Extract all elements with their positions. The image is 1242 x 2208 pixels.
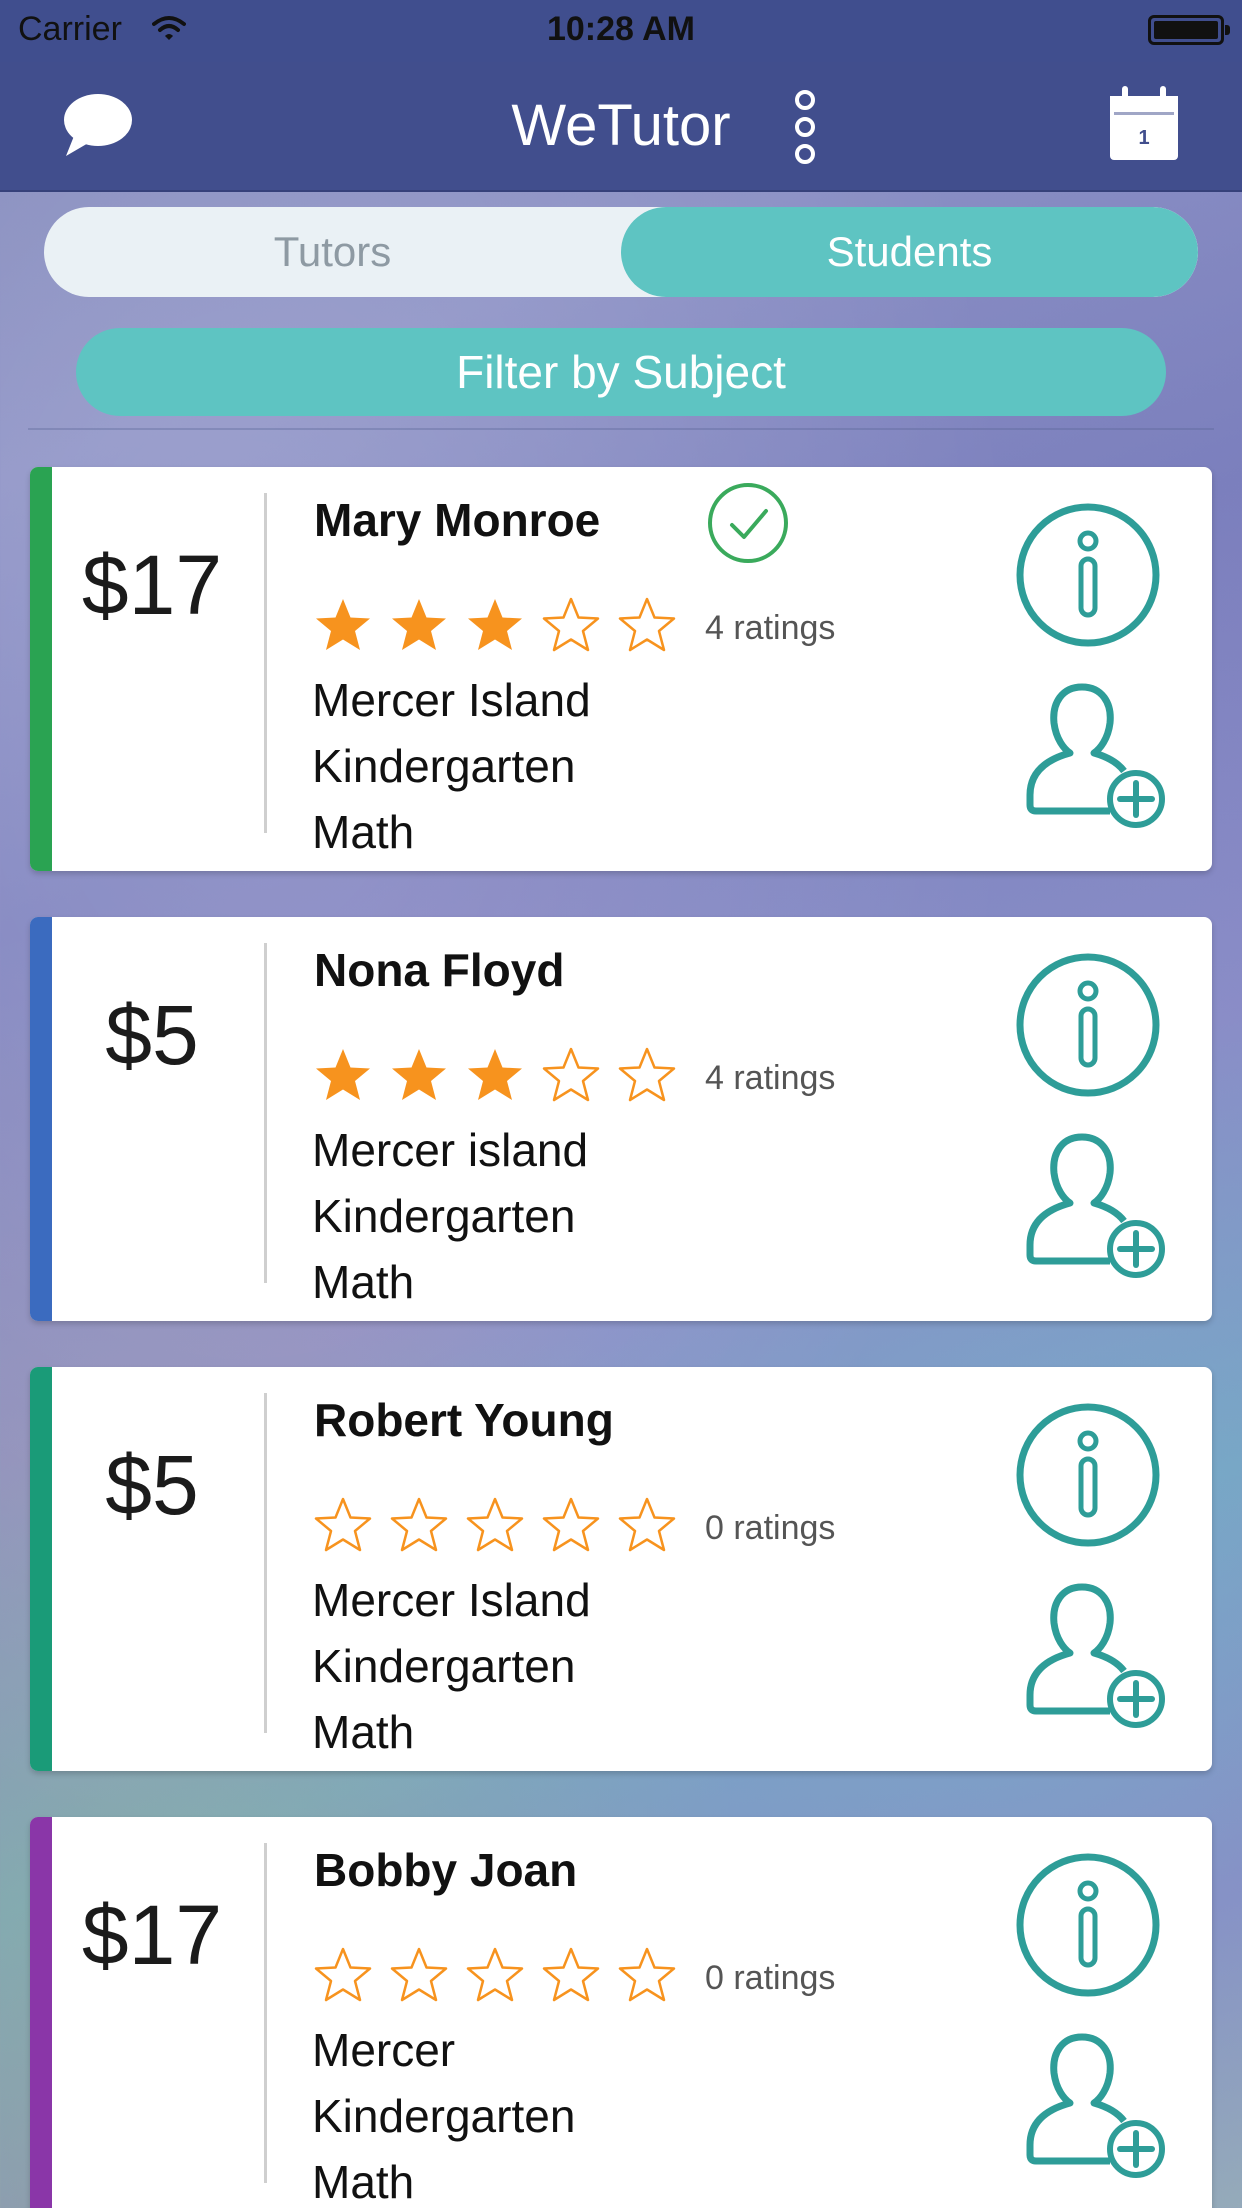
app-title: WeTutor: [511, 93, 731, 158]
info-icon[interactable]: [1014, 1851, 1162, 1999]
star-empty-icon: [542, 1047, 600, 1102]
tab-students[interactable]: Students: [621, 207, 1198, 297]
ratings-count: 4 ratings: [705, 1059, 836, 1097]
location-label: Mercer: [312, 2024, 456, 2076]
student-name: Mary Monroe: [314, 494, 601, 546]
subject-label: Math: [312, 2156, 415, 2208]
star-empty-icon: [466, 1947, 524, 2002]
info-icon[interactable]: [1014, 1401, 1162, 1549]
student-name: Robert Young: [314, 1394, 614, 1446]
divider: [28, 428, 1214, 430]
price-label: $17: [81, 538, 223, 632]
tutors-students-segmented-control: Tutors Students: [44, 207, 1198, 297]
battery-icon: [1148, 15, 1230, 45]
card-divider: [264, 1393, 267, 1733]
card-divider: [264, 493, 267, 833]
grade-label: Kindergarten: [312, 1190, 576, 1242]
card-divider: [264, 1843, 267, 2183]
info-icon[interactable]: [1014, 951, 1162, 1099]
star-filled-icon: [392, 1049, 446, 1100]
subject-label: Math: [312, 1706, 415, 1758]
star-filled-icon: [316, 1049, 370, 1100]
more-vertical-icon[interactable]: [790, 90, 820, 164]
star-empty-icon: [390, 1947, 448, 2002]
status-bar: Carrier 10:28 AM: [0, 0, 1242, 62]
star-rating: [312, 1945, 678, 2011]
location-label: Mercer island: [312, 1124, 589, 1176]
grade-label: Kindergarten: [312, 2090, 576, 2142]
student-card[interactable]: $17 Bobby Joan 0 ratings Mercer Kinderga…: [30, 1817, 1212, 2208]
add-student-icon[interactable]: [1024, 2029, 1170, 2185]
price-label: $17: [81, 1888, 223, 1982]
nav-bar: WeTutor 1: [0, 62, 1242, 192]
star-empty-icon: [542, 597, 600, 652]
subject-label: Math: [312, 1256, 415, 1308]
location-label: Mercer Island: [312, 1574, 591, 1626]
star-rating: [312, 595, 678, 661]
star-empty-icon: [466, 1497, 524, 1552]
ratings-count: 0 ratings: [705, 1959, 836, 1997]
add-student-icon[interactable]: [1024, 1579, 1170, 1735]
calendar-icon[interactable]: 1: [1108, 84, 1180, 162]
filter-by-subject-button[interactable]: Filter by Subject: [76, 328, 1166, 416]
star-empty-icon: [314, 1497, 372, 1552]
student-card[interactable]: $5 Robert Young 0 ratings Mercer Island …: [30, 1367, 1212, 1771]
star-empty-icon: [618, 1047, 676, 1102]
card-color-stripe: [30, 467, 52, 871]
student-card[interactable]: $5 Nona Floyd 4 ratings Mercer island Ki…: [30, 917, 1212, 1321]
star-empty-icon: [542, 1497, 600, 1552]
ratings-count: 0 ratings: [705, 1509, 836, 1547]
subject-label: Math: [312, 806, 415, 858]
star-empty-icon: [618, 597, 676, 652]
star-filled-icon: [316, 599, 370, 650]
student-card[interactable]: $17 Mary Monroe 4 ratings Mercer Island …: [30, 467, 1212, 871]
star-empty-icon: [618, 1947, 676, 2002]
info-icon[interactable]: [1014, 501, 1162, 649]
card-color-stripe: [30, 917, 52, 1321]
star-rating: [312, 1045, 678, 1111]
star-filled-icon: [392, 599, 446, 650]
add-student-icon[interactable]: [1024, 679, 1170, 835]
tab-tutors[interactable]: Tutors: [44, 207, 621, 297]
calendar-day-label: 1: [1138, 127, 1149, 149]
price-label: $5: [105, 988, 199, 1082]
star-empty-icon: [314, 1947, 372, 2002]
star-empty-icon: [618, 1497, 676, 1552]
location-label: Mercer Island: [312, 674, 591, 726]
card-color-stripe: [30, 1817, 52, 2208]
student-name: Nona Floyd: [314, 944, 565, 996]
star-empty-icon: [542, 1947, 600, 2002]
card-divider: [264, 943, 267, 1283]
ratings-count: 4 ratings: [705, 609, 836, 647]
grade-label: Kindergarten: [312, 740, 576, 792]
star-rating: [312, 1495, 678, 1561]
price-label: $5: [105, 1438, 199, 1532]
card-color-stripe: [30, 1367, 52, 1771]
star-filled-icon: [468, 599, 522, 650]
student-name: Bobby Joan: [314, 1844, 578, 1896]
star-filled-icon: [468, 1049, 522, 1100]
add-student-icon[interactable]: [1024, 1129, 1170, 1285]
grade-label: Kindergarten: [312, 1640, 576, 1692]
verified-check-icon: [708, 483, 788, 563]
status-time: 10:28 AM: [546, 10, 696, 48]
star-empty-icon: [390, 1497, 448, 1552]
